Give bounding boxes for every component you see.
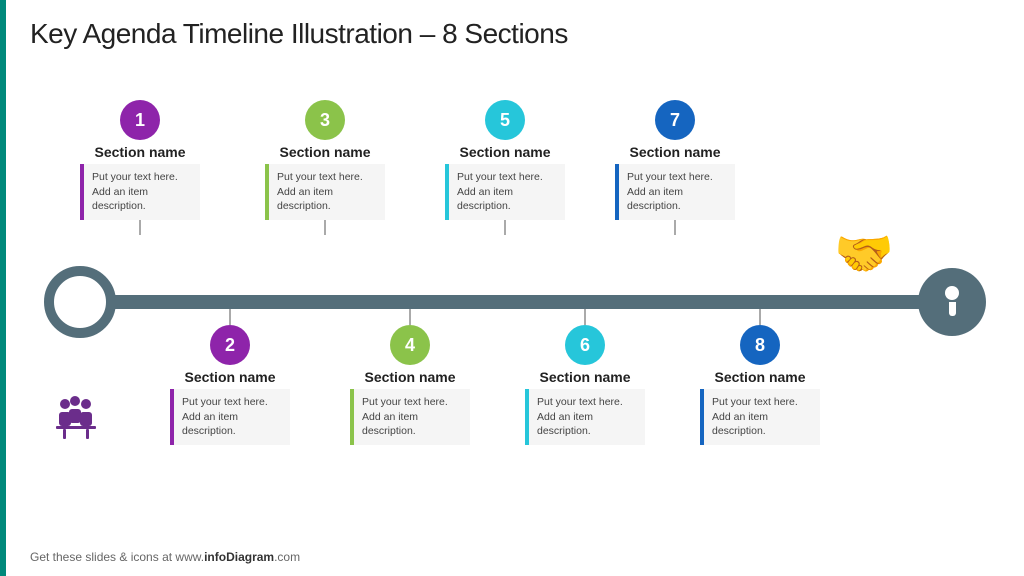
section-label-6: Section name [539,369,630,385]
number-circle-5: 5 [485,100,525,140]
connector-below-6 [584,309,586,325]
section-label-8: Section name [714,369,805,385]
key-circle-left [44,266,116,338]
section-item-6: 6 Section name Put your text here. Add a… [520,309,650,445]
footer: Get these slides & icons at www.infoDiag… [30,550,300,564]
page-title: Key Agenda Timeline Illustration – 8 Sec… [30,18,568,50]
section-label-1: Section name [94,144,185,160]
section-label-5: Section name [459,144,550,160]
connector-below-8 [759,309,761,325]
footer-suffix: .com [274,550,300,564]
section-item-1: 1 Section name Put your text here. Add a… [75,100,205,235]
connector-above-5 [504,220,506,235]
number-circle-2: 2 [210,325,250,365]
section-label-4: Section name [364,369,455,385]
connector-above-1 [139,220,141,235]
number-circle-7: 7 [655,100,695,140]
number-circle-6: 6 [565,325,605,365]
number-circle-1: 1 [120,100,160,140]
section-item-3: 3 Section name Put your text here. Add a… [260,100,390,235]
key-end [918,268,986,336]
section-item-7: 7 Section name Put your text here. Add a… [610,100,740,235]
number-circle-4: 4 [390,325,430,365]
people-icon [48,390,103,457]
section-text-1: Put your text here. Add an item descript… [80,164,200,220]
section-text-5: Put your text here. Add an item descript… [445,164,565,220]
section-text-3: Put your text here. Add an item descript… [265,164,385,220]
section-text-8: Put your text here. Add an item descript… [700,389,820,445]
footer-brand: infoDiagram [204,550,274,564]
handshake-icon: 🤝 [834,225,894,282]
section-label-2: Section name [184,369,275,385]
section-item-2: 2 Section name Put your text here. Add a… [165,309,295,445]
page: Key Agenda Timeline Illustration – 8 Sec… [0,0,1024,576]
section-text-6: Put your text here. Add an item descript… [525,389,645,445]
section-text-7: Put your text here. Add an item descript… [615,164,735,220]
section-label-3: Section name [279,144,370,160]
number-circle-3: 3 [305,100,345,140]
section-item-5: 5 Section name Put your text here. Add a… [440,100,570,235]
section-text-2: Put your text here. Add an item descript… [170,389,290,445]
timeline-container: 🤝 1 Section name [30,100,994,480]
accent-bar [0,0,6,576]
section-label-7: Section name [629,144,720,160]
connector-below-4 [409,309,411,325]
section-text-4: Put your text here. Add an item descript… [350,389,470,445]
keyhole-icon [942,286,962,318]
connector-below-2 [229,309,231,325]
footer-prefix: Get these slides & icons at www. [30,550,204,564]
key-bar [80,295,939,309]
number-circle-8: 8 [740,325,780,365]
connector-above-7 [674,220,676,235]
connector-above-3 [324,220,326,235]
section-item-8: 8 Section name Put your text here. Add a… [695,309,825,445]
section-item-4: 4 Section name Put your text here. Add a… [345,309,475,445]
